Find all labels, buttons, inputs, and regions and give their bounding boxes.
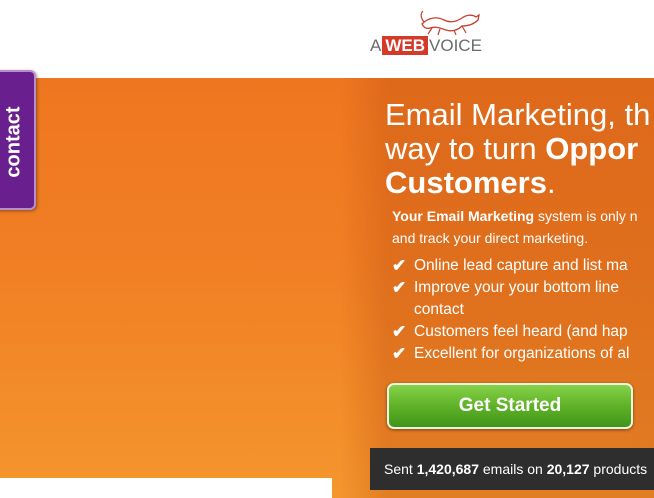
feature-text: Excellent for organizations of al: [414, 345, 630, 362]
logo-suffix: VOICE: [429, 36, 482, 55]
stats-bar: Sent 1,420,687 emails on 20,127 products: [370, 448, 654, 490]
intro-line-2: and track your direct marketing.: [392, 230, 589, 246]
logo-wordmark: A WEB VOICE: [370, 36, 482, 56]
stats-middle: emails on: [479, 461, 547, 477]
intro-bold: Your Email Marketing: [392, 208, 535, 224]
feature-item: ✔ Customers feel heard (and hap: [392, 321, 654, 343]
feature-text: Online lead capture and list ma: [414, 257, 628, 274]
products-count: 20,127: [546, 461, 590, 477]
get-started-button[interactable]: Get Started: [387, 383, 633, 429]
logo-prefix: A: [370, 36, 382, 55]
headline-line-3: Customers.: [385, 166, 654, 200]
contact-tab[interactable]: contact: [0, 70, 36, 210]
logo-highlight: WEB: [382, 36, 429, 55]
feature-text: Improve your your bottom line contact: [414, 279, 620, 318]
feature-text: Customers feel heard (and hap: [414, 323, 628, 340]
headline-line-2-plain: way to turn: [385, 131, 546, 166]
awebvoice-logo[interactable]: A WEB VOICE: [370, 6, 510, 56]
hero-headline: Email Marketing, th way to turn Oppor Cu…: [385, 98, 654, 200]
feature-item: ✔ Improve your your bottom line contact: [392, 277, 654, 321]
headline-line-3-end: .: [546, 165, 556, 200]
stats-suffix: products: [589, 461, 648, 477]
checkmark-icon: ✔: [392, 278, 407, 297]
intro-line-1: Your Email Marketing system is only n: [392, 205, 654, 227]
headline-line-3-bold: Customers: [385, 165, 547, 200]
headline-line-2-bold: Oppor: [545, 131, 639, 166]
stats-prefix: Sent: [384, 461, 417, 477]
intro-rest: system is only n: [534, 208, 638, 224]
headline-line-1: Email Marketing, th: [385, 97, 651, 132]
dog-logo-icon: [420, 10, 480, 36]
feature-item: ✔ Excellent for organizations of al: [392, 343, 654, 365]
hero-intro: Your Email Marketing system is only n an…: [392, 205, 654, 249]
checkmark-icon: ✔: [392, 256, 407, 275]
checkmark-icon: ✔: [392, 344, 407, 363]
emails-count: 1,420,687: [416, 461, 479, 477]
footer-white-strip: [0, 478, 332, 498]
feature-list: ✔ Online lead capture and list ma ✔ Impr…: [392, 255, 654, 365]
checkmark-icon: ✔: [392, 322, 407, 341]
site-header: A WEB VOICE: [0, 0, 654, 78]
feature-item: ✔ Online lead capture and list ma: [392, 255, 654, 277]
contact-tab-label: contact: [2, 106, 25, 178]
headline-line-2: way to turn Oppor: [385, 132, 654, 166]
